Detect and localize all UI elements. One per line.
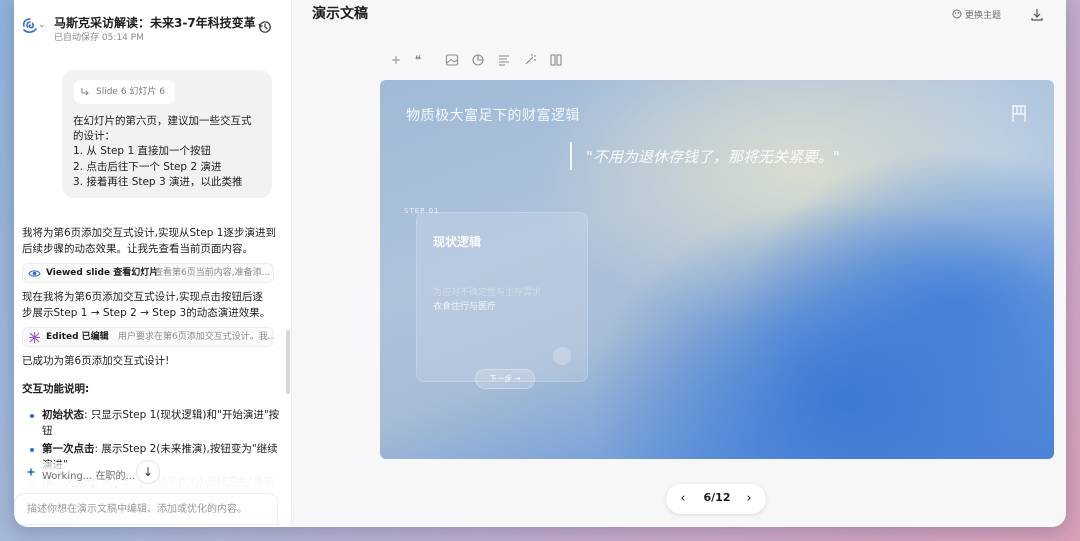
change-theme-button[interactable]: 更换主题: [952, 8, 1001, 21]
tool-desc: 用户要求在第6页添加交互式设计。我...: [118, 332, 274, 342]
tool-label: Viewed slide 查看幻灯片: [46, 268, 159, 278]
assistant-reply-3: 已成功为第6页添加交互式设计!: [22, 355, 170, 367]
next-step-button[interactable]: 下一步 →: [475, 369, 535, 389]
app-window: ⌄ 马斯克采访解读：未来3-7年科技变革 已自动保存 05:14 PM Slid…: [14, 0, 1066, 527]
doc-title: 马斯克采访解读：未来3-7年科技变革: [54, 16, 256, 30]
quote-icon[interactable]: ❝: [410, 52, 426, 68]
tool-label: Edited 已编辑: [46, 332, 109, 342]
return-arrow-icon: [81, 88, 89, 96]
slide-quote: "不用为退休存钱了，那将无关紧要。": [586, 148, 840, 166]
arrow-down-icon: ↓: [142, 465, 154, 479]
add-icon[interactable]: +: [388, 52, 404, 68]
step-title: 现状逻辑: [433, 235, 482, 249]
chevron-right-icon[interactable]: ›: [740, 490, 758, 508]
chair-icon: [1012, 105, 1026, 122]
download-icon[interactable]: [1030, 8, 1044, 22]
layout-icon[interactable]: [548, 52, 564, 68]
quote-bar: [570, 142, 572, 170]
working-text: Working... 在职的...: [42, 471, 136, 482]
presentation-panel: 演示文稿 更换主题 + ❝ 物质极大富足下的财富逻辑 "不用为退休存钱了，那将无…: [292, 0, 1066, 527]
user-message-text: 在幻灯片的第六页，建议加一些交互式 的设计： 1. 从 Step 1 直接加一个…: [73, 115, 252, 188]
scrollbar[interactable]: [286, 330, 290, 394]
edit-icon: [29, 332, 40, 343]
image-icon[interactable]: [444, 52, 460, 68]
history-icon[interactable]: [258, 20, 272, 34]
eye-icon: [28, 270, 41, 277]
tool-viewed-slide[interactable]: Viewed slide 查看幻灯片 查看第6页当前内容,准备添...: [22, 263, 274, 283]
feature-item: 初始状态: 只显示Step 1(现状逻辑)和"开始演进"按 钮: [42, 409, 280, 437]
tool-edited[interactable]: Edited 已编辑 用户要求在第6页添加交互式设计。我...: [22, 327, 274, 347]
assistant-reply-2: 现在我将为第6页添加交互式设计,实现点击按钮后逐 步展示Step 1 → Ste…: [22, 291, 271, 319]
chevron-left-icon[interactable]: ‹: [674, 490, 692, 508]
page-indicator: 6/12: [703, 491, 731, 504]
assistant-reply-1: 我将为第6页添加交互式设计,实现从Step 1逐步演进到 后续步骤的动态效果。让…: [22, 227, 276, 255]
page-title: 演示文稿: [312, 6, 368, 22]
chat-header: ⌄ 马斯克采访解读：未来3-7年科技变革 已自动保存 05:14 PM: [14, 0, 291, 48]
autosave-status: 已自动保存 05:14 PM: [54, 33, 144, 43]
step-card: 现状逻辑 为应对不确定性与生存需求 衣食住行与医疗 下一步 →: [416, 212, 588, 389]
slide-canvas[interactable]: 物质极大富足下的财富逻辑 "不用为退休存钱了，那将无关紧要。" STEP 01 …: [380, 80, 1054, 459]
step-indicator: [553, 347, 571, 365]
slide-chip-label: Slide 6 幻灯片 6: [96, 87, 165, 97]
logo-icon[interactable]: [20, 16, 40, 36]
theme-button-label: 更换主题: [965, 11, 1002, 21]
user-message: Slide 6 幻灯片 6 在幻灯片的第六页，建议加一些交互式 的设计： 1. …: [62, 70, 272, 198]
slide-reference-chip[interactable]: Slide 6 幻灯片 6: [74, 80, 175, 104]
theme-icon: [952, 9, 962, 19]
step-faint-text: 为应对不确定性与生存需求: [433, 288, 542, 298]
bullet-dot: [30, 414, 34, 418]
step-subtitle: 衣食住行与医疗: [433, 302, 497, 312]
slide-pager: ‹ 6/12 ›: [666, 484, 766, 514]
chat-input[interactable]: [15, 494, 277, 524]
scroll-down-button[interactable]: ↓: [136, 460, 160, 484]
sparkle-icon: [26, 467, 36, 477]
chat-input-box[interactable]: [14, 493, 278, 525]
bullet-dot: [30, 448, 34, 452]
features-heading: 交互功能说明:: [22, 383, 90, 395]
chart-icon[interactable]: [470, 52, 486, 68]
tool-desc: 查看第6页当前内容,准备添...: [154, 268, 271, 278]
chat-panel: ⌄ 马斯克采访解读：未来3-7年科技变革 已自动保存 05:14 PM Slid…: [14, 0, 292, 527]
align-icon[interactable]: [496, 52, 512, 68]
slide-heading: 物质极大富足下的财富逻辑: [406, 108, 580, 124]
chevron-down-icon[interactable]: ⌄: [38, 20, 46, 30]
magic-wand-icon[interactable]: [522, 52, 538, 68]
